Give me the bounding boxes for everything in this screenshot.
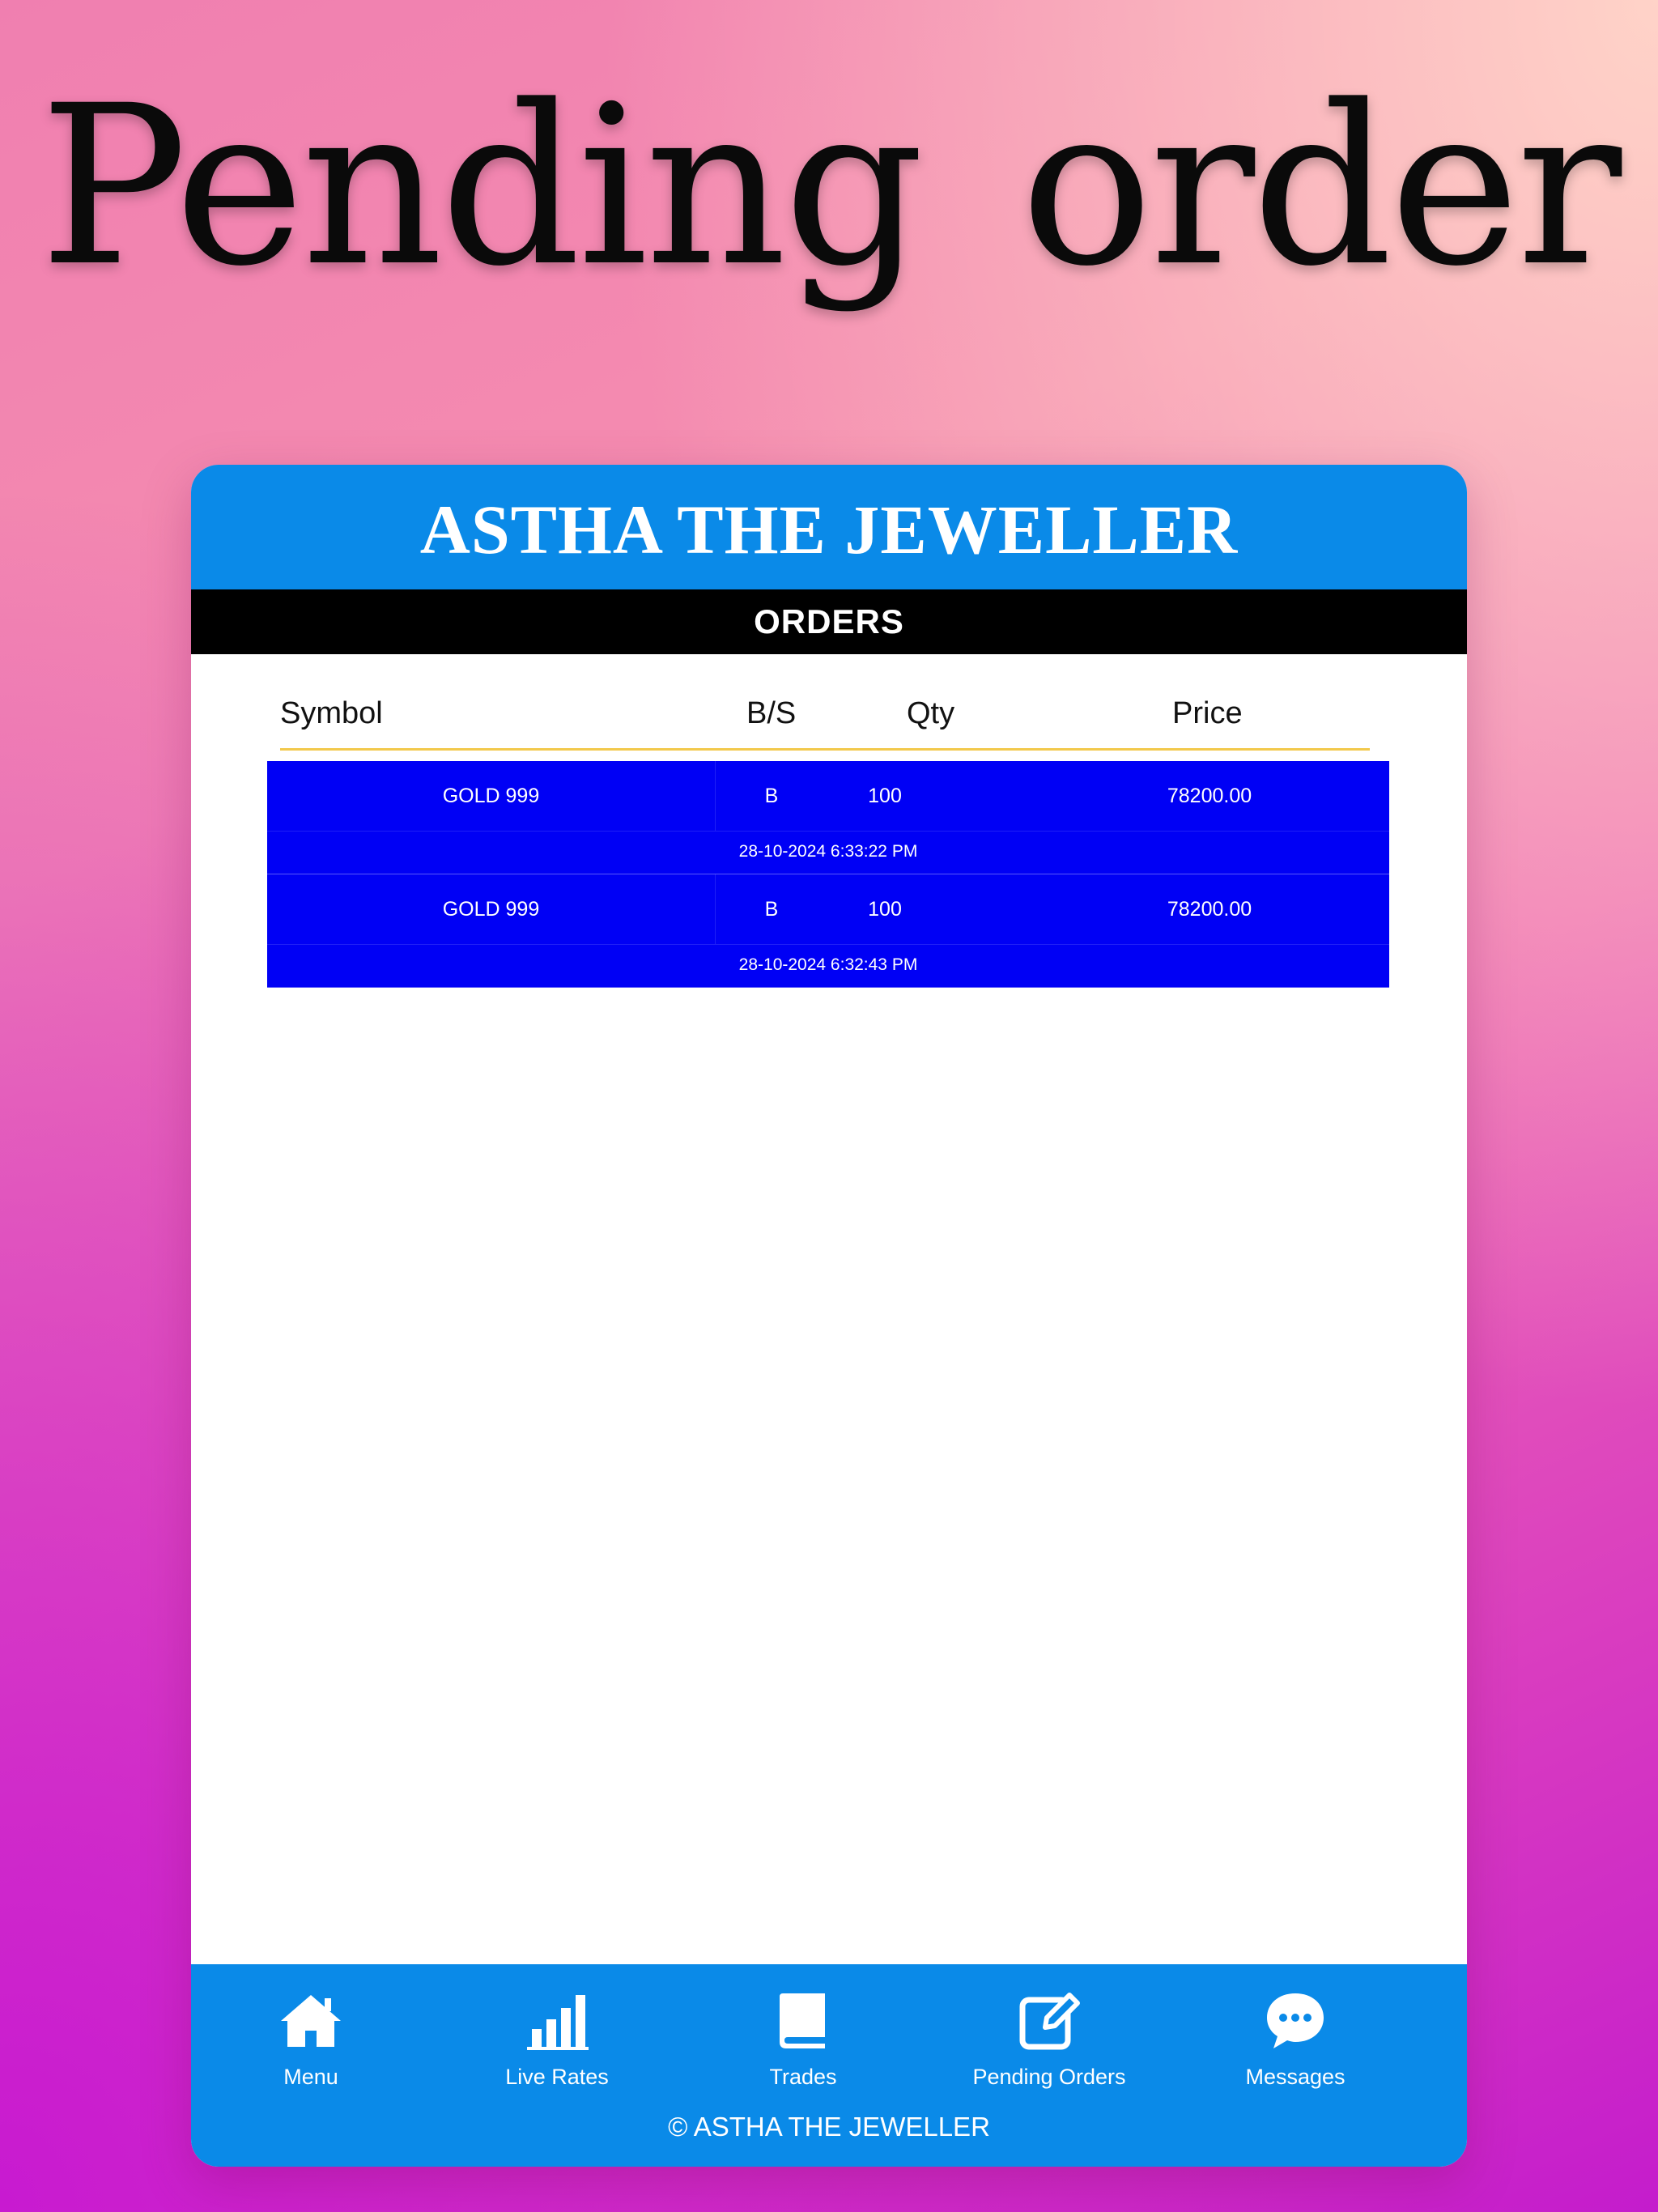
order-price: 78200.00 [1167, 898, 1252, 921]
nav-live-rates[interactable]: Live Rates [452, 1985, 662, 2099]
brand-title: ASTHA THE JEWELLER [419, 491, 1239, 568]
orders-list: GOLD 999 B 100 78200.00 28-10-2024 6:33:… [267, 761, 1389, 988]
order-qty: 100 [868, 785, 902, 807]
section-header: ORDERS [191, 589, 1467, 654]
chat-icon [1267, 1993, 1324, 2048]
orders-table-header: Symbol B/S Qty Price [280, 691, 1370, 751]
order-symbol: GOLD 999 [267, 761, 716, 831]
order-timestamp: 28-10-2024 6:33:22 PM [738, 842, 918, 861]
nav-messages[interactable]: Messages [1190, 1985, 1401, 2099]
brand-header: ASTHA THE JEWELLER [191, 465, 1467, 589]
column-header-qty: Qty [907, 696, 955, 730]
order-qty: 100 [868, 898, 902, 921]
section-title: ORDERS [754, 602, 904, 640]
bottom-nav: Menu Live Rates Trades Pending Orders Me… [191, 1964, 1467, 2167]
home-icon [281, 1995, 341, 2047]
order-side: B [764, 898, 779, 921]
column-header-price: Price [1172, 696, 1243, 730]
order-row[interactable]: GOLD 999 B 100 78200.00 28-10-2024 6:33:… [267, 761, 1389, 874]
order-side: B [764, 785, 779, 807]
promo-title: Pending order [39, 59, 1622, 315]
nav-trades-label: Trades [769, 2065, 837, 2089]
order-row[interactable]: GOLD 999 B 100 78200.00 28-10-2024 6:32:… [267, 874, 1389, 988]
order-timestamp: 28-10-2024 6:32:43 PM [738, 955, 918, 974]
nav-menu[interactable]: Menu [206, 1985, 416, 2099]
column-header-bs: B/S [746, 696, 797, 730]
nav-live-rates-label: Live Rates [505, 2065, 609, 2089]
nav-items: Menu Live Rates Trades Pending Orders Me… [191, 1985, 1467, 2099]
app-screen: ASTHA THE JEWELLER ORDERS Symbol B/S Qty… [191, 465, 1467, 2167]
book-icon [780, 1993, 825, 2048]
copyright-text: © ASTHA THE JEWELLER [668, 2112, 990, 2142]
column-header-symbol: Symbol [280, 696, 383, 730]
nav-messages-label: Messages [1245, 2065, 1346, 2089]
order-price: 78200.00 [1167, 785, 1252, 807]
edit-icon [1019, 1993, 1080, 2050]
nav-trades[interactable]: Trades [698, 1985, 908, 2099]
order-row-main: GOLD 999 B 100 78200.00 [267, 761, 1389, 832]
order-row-main: GOLD 999 B 100 78200.00 [267, 874, 1389, 945]
nav-pending-orders[interactable]: Pending Orders [944, 1985, 1154, 2099]
nav-pending-orders-label: Pending Orders [972, 2065, 1126, 2089]
bar-chart-icon [527, 1995, 589, 2050]
nav-menu-label: Menu [283, 2065, 338, 2089]
order-symbol: GOLD 999 [267, 874, 716, 944]
